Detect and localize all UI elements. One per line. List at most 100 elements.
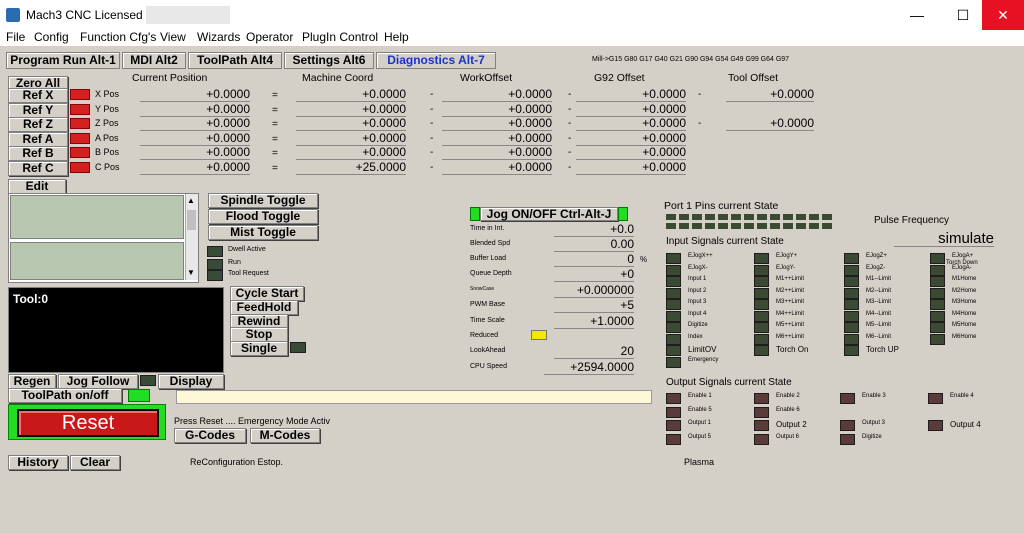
- display-button[interactable]: Display: [158, 374, 224, 389]
- input-signal-led: [844, 310, 859, 322]
- input-signal-led: [666, 253, 681, 264]
- tab-program-run[interactable]: Program Run Alt-1: [6, 52, 120, 69]
- menu-config[interactable]: Config: [34, 30, 69, 44]
- jog-follow-button[interactable]: Jog Follow: [58, 374, 138, 389]
- jog-onoff-button[interactable]: Jog ON/OFF Ctrl-Alt-J: [480, 207, 618, 221]
- current-position-value[interactable]: +0.0000: [140, 88, 250, 102]
- dwell-active-label: Dwell Active: [228, 246, 266, 253]
- minimize-button[interactable]: —: [894, 0, 940, 30]
- input-signal-led: [666, 287, 681, 299]
- input-signal-label: EJogZ-: [866, 264, 886, 271]
- tool-offset-value[interactable]: +0.0000: [726, 117, 814, 132]
- current-position-value[interactable]: +0.0000: [140, 102, 250, 117]
- history-button[interactable]: History: [8, 455, 68, 470]
- close-button[interactable]: ✕: [982, 0, 1024, 30]
- machine-coord-value[interactable]: +0.0000: [296, 131, 406, 146]
- g-codes-button[interactable]: G-Codes: [174, 428, 246, 443]
- input-signal-led: [930, 264, 945, 276]
- ref-axis-button[interactable]: Ref X: [8, 88, 68, 103]
- tab-settings[interactable]: Settings Alt6: [284, 52, 374, 69]
- edit-button[interactable]: Edit: [8, 179, 66, 194]
- ref-axis-button[interactable]: Ref Y: [8, 102, 68, 118]
- tool-offset-value[interactable]: +0.0000: [726, 88, 814, 102]
- input-signal-label: M5Home: [952, 322, 977, 328]
- work-offset-value[interactable]: +0.0000: [442, 146, 552, 161]
- menu-wizards[interactable]: Wizards: [197, 30, 240, 44]
- flood-toggle-button[interactable]: Flood Toggle: [208, 209, 318, 224]
- machine-coord-value[interactable]: +0.0000: [296, 146, 406, 161]
- g92-offset-value[interactable]: +0.0000: [576, 161, 686, 175]
- current-position-value[interactable]: +0.0000: [140, 161, 250, 175]
- single-button[interactable]: Single: [230, 341, 288, 356]
- tab-diagnostics[interactable]: Diagnostics Alt-7: [376, 52, 496, 69]
- menu-function-cfg[interactable]: Function Cfg's: [80, 30, 156, 44]
- scroll-up-icon[interactable]: ▲: [187, 196, 195, 205]
- input-signal-led: [930, 276, 945, 287]
- menu-view[interactable]: View: [160, 30, 186, 44]
- input-signal-label: EJogA+: [952, 253, 974, 259]
- work-offset-value[interactable]: +0.0000: [442, 102, 552, 117]
- menu-help[interactable]: Help: [384, 30, 409, 44]
- g92-offset-value[interactable]: +0.0000: [576, 88, 686, 102]
- input-signal-led: [844, 287, 859, 299]
- current-position-value[interactable]: +0.0000: [140, 146, 250, 161]
- scroll-down-icon[interactable]: ▼: [187, 268, 195, 277]
- reduced-led: [531, 330, 547, 340]
- licensee-redacted: [146, 6, 230, 24]
- gcode-display: ▲ ▼: [8, 193, 199, 283]
- g92-offset-value[interactable]: +0.0000: [576, 146, 686, 161]
- g92-offset-value[interactable]: +0.0000: [576, 131, 686, 146]
- input-signal-led: [930, 287, 945, 299]
- spindle-toggle-button[interactable]: Spindle Toggle: [208, 193, 318, 208]
- scroll-thumb[interactable]: [187, 210, 196, 230]
- ref-axis-button[interactable]: Ref A: [8, 131, 68, 147]
- ref-axis-button[interactable]: Ref C: [8, 161, 68, 176]
- work-offset-value[interactable]: +0.0000: [442, 117, 552, 132]
- machine-coord-value[interactable]: +0.0000: [296, 88, 406, 102]
- tab-toolpath[interactable]: ToolPath Alt4: [188, 52, 282, 69]
- mist-toggle-button[interactable]: Mist Toggle: [208, 225, 318, 240]
- gcode-scrollbar[interactable]: ▲ ▼: [185, 194, 198, 280]
- port-pin-led: [757, 223, 767, 229]
- current-position-value[interactable]: +0.0000: [140, 117, 250, 132]
- menu-operator[interactable]: Operator: [246, 30, 293, 44]
- ref-axis-button[interactable]: Ref B: [8, 146, 68, 162]
- output-signal-led: [666, 420, 681, 431]
- ref-axis-button[interactable]: Ref Z: [8, 117, 68, 133]
- input-signal-label: LimitOV: [688, 345, 717, 354]
- minus-sign: -: [698, 89, 702, 100]
- g92-offset-value[interactable]: +0.0000: [576, 117, 686, 132]
- machine-coord-value[interactable]: +0.0000: [296, 117, 406, 132]
- cycle-start-button[interactable]: Cycle Start: [230, 286, 304, 301]
- work-offset-value[interactable]: +0.0000: [442, 88, 552, 102]
- work-offset-value[interactable]: +0.0000: [442, 161, 552, 175]
- reset-button[interactable]: Reset: [17, 409, 159, 437]
- current-position-value[interactable]: +0.0000: [140, 131, 250, 146]
- toolpath-onoff-button[interactable]: ToolPath on/off: [8, 388, 122, 403]
- axis-pos-label: A Pos: [95, 132, 119, 143]
- clear-button[interactable]: Clear: [70, 455, 120, 470]
- stop-button[interactable]: Stop: [230, 327, 288, 342]
- machine-coord-value[interactable]: +0.0000: [296, 102, 406, 117]
- tab-mdi[interactable]: MDI Alt2: [122, 52, 186, 69]
- maximize-button[interactable]: ☐: [940, 0, 986, 30]
- menu-file[interactable]: File: [6, 30, 25, 44]
- input-signal-led: [930, 299, 945, 310]
- m-codes-button[interactable]: M-Codes: [250, 428, 320, 443]
- input-signal-led: [930, 253, 945, 264]
- feedhold-button[interactable]: FeedHold: [230, 300, 298, 315]
- machine-coord-value[interactable]: +25.0000: [296, 161, 406, 175]
- work-offset-value[interactable]: +0.0000: [442, 131, 552, 146]
- output-signal-label: Enable 1: [688, 393, 712, 399]
- port-pin-led: [666, 223, 676, 229]
- output-signal-label: Enable 2: [776, 393, 800, 399]
- input-signal-led: [666, 310, 681, 322]
- tool-request-led: [207, 270, 223, 281]
- regen-button[interactable]: Regen: [8, 374, 56, 389]
- run-label: Run: [228, 259, 241, 266]
- input-signal-label: M6--Limit: [866, 333, 891, 340]
- minus-sign: -: [430, 89, 434, 100]
- output-signal-led: [840, 393, 855, 404]
- menu-plugin-control[interactable]: PlugIn Control: [302, 30, 378, 44]
- g92-offset-value[interactable]: +0.0000: [576, 102, 686, 117]
